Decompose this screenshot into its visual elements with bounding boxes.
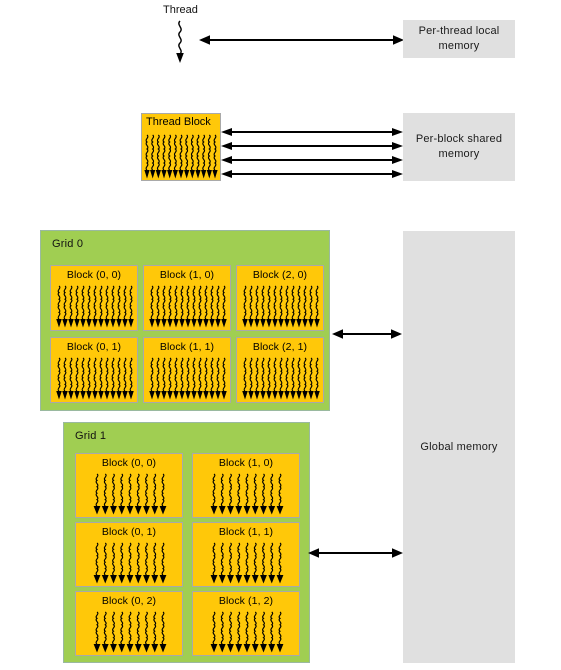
grid-1-block-label-3: Block (1, 1)	[218, 526, 274, 538]
thread-label: Thread	[163, 4, 198, 16]
per-thread-memory-line2: memory	[438, 40, 480, 52]
global-memory-box: Global memory	[403, 231, 515, 663]
grid-0-block-label-4: Block (1, 1)	[159, 341, 215, 353]
grid-1-global-memory-arrow	[308, 547, 403, 559]
grid-1-block-label-2: Block (0, 1)	[101, 526, 157, 538]
thread-bundle-icon	[93, 541, 167, 584]
per-block-memory-line1: Per-block shared	[415, 133, 503, 145]
grid-0-block-2: Block (2, 0)	[236, 265, 324, 331]
grid-1-block-3: Block (1, 1)	[192, 522, 300, 587]
diagram-canvas: Thread Per-thread local memory Thread Bl…	[0, 0, 561, 670]
grid-1-container: Grid 1 Block (0, 0) Block (1, 0) Block (0,…	[63, 422, 310, 663]
thread-bundle-icon	[93, 472, 167, 515]
thread-bundle-icon	[142, 133, 220, 179]
per-thread-local-memory-box: Per-thread local memory	[403, 20, 515, 58]
grid-0-block-1: Block (1, 0)	[143, 265, 231, 331]
thread-block-label: Thread Block	[146, 116, 211, 128]
grid-1-block-label-5: Block (1, 2)	[218, 595, 274, 607]
grid-1-block-2: Block (0, 1)	[75, 522, 183, 587]
grid-1-label: Grid 1	[75, 430, 107, 442]
grid-1-block-label-0: Block (0, 0)	[101, 457, 157, 469]
block-shared-memory-arrows	[221, 126, 403, 180]
grid-0-block-4: Block (1, 1)	[143, 337, 231, 403]
thread-bundle-icon	[210, 541, 284, 584]
thread-bundle-icon	[55, 284, 135, 328]
per-block-shared-memory-box: Per-block shared memory	[403, 113, 515, 181]
grid-0-global-memory-arrow	[332, 328, 402, 340]
thread-bundle-icon	[148, 284, 228, 328]
grid-0-block-label-2: Block (2, 0)	[252, 269, 308, 281]
grid-1-block-label-4: Block (0, 2)	[101, 595, 157, 607]
grid-1-block-label-1: Block (1, 0)	[218, 457, 274, 469]
grid-0-block-0: Block (0, 0)	[50, 265, 138, 331]
grid-1-block-5: Block (1, 2)	[192, 591, 300, 656]
grid-0-block-label-0: Block (0, 0)	[66, 269, 122, 281]
grid-0-block-3: Block (0, 1)	[50, 337, 138, 403]
global-memory-label: Global memory	[420, 440, 498, 453]
thread-block: Thread Block	[141, 113, 221, 181]
per-block-memory-line2: memory	[438, 148, 480, 160]
thread-bundle-icon	[93, 610, 167, 653]
thread-bundle-icon	[55, 356, 135, 400]
grid-0-container: Grid 0 Block (0, 0) Block (1, 0) Block (2,…	[40, 230, 330, 411]
grid-1-block-0: Block (0, 0)	[75, 453, 183, 518]
grid-0-block-label-5: Block (2, 1)	[252, 341, 308, 353]
grid-0-block-label-1: Block (1, 0)	[159, 269, 215, 281]
thread-bundle-icon	[148, 356, 228, 400]
thread-bundle-icon	[241, 284, 321, 328]
grid-1-block-4: Block (0, 2)	[75, 591, 183, 656]
thread-bundle-icon	[210, 472, 284, 515]
grid-1-block-1: Block (1, 0)	[192, 453, 300, 518]
squiggly-thread-arrow-icon	[172, 20, 188, 64]
per-thread-memory-line1: Per-thread local	[418, 25, 500, 37]
thread-bundle-icon	[210, 610, 284, 653]
thread-bundle-icon	[241, 356, 321, 400]
grid-0-block-label-3: Block (0, 1)	[66, 341, 122, 353]
thread-local-memory-arrow	[199, 34, 404, 46]
grid-0-block-5: Block (2, 1)	[236, 337, 324, 403]
grid-0-label: Grid 0	[52, 238, 84, 250]
